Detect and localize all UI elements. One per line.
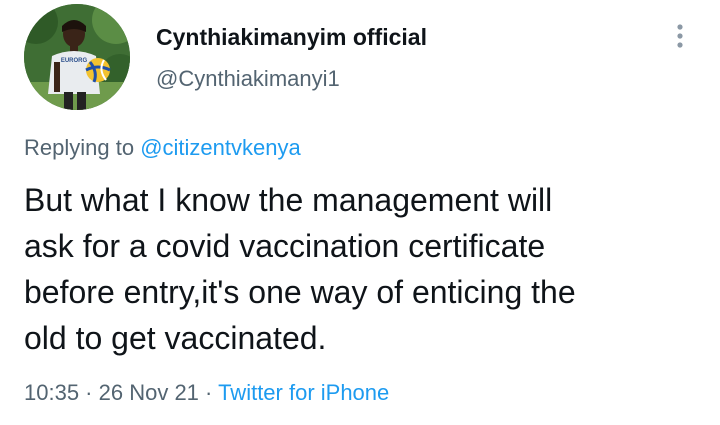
more-options-button[interactable] [664,18,696,58]
tweet-text: But what I know the management will ask … [24,182,576,356]
meta-separator: · [198,380,219,405]
reply-mention-link[interactable]: @citizentvkenya [140,135,301,160]
tweet-card: EURORG Cynthiakimanyim official @Cynthia… [0,0,720,425]
display-name[interactable]: Cynthiakimanyim official [156,24,427,51]
more-vertical-icon [677,24,683,48]
avatar[interactable]: EURORG [24,4,130,110]
reply-prefix: Replying to [24,135,141,160]
avatar-shirt-text: EURORG [61,58,88,64]
tweet-date[interactable]: 26 Nov 21 [99,380,199,405]
tweet-source-link[interactable]: Twitter for iPhone [218,380,389,405]
user-handle[interactable]: @Cynthiakimanyi1 [156,66,340,92]
meta-separator: · [79,380,99,405]
tweet-metadata: 10:35 · 26 Nov 21 · Twitter for iPhone [24,380,389,406]
reply-context: Replying to @citizentvkenya [24,135,301,161]
tweet-time[interactable]: 10:35 [24,380,79,405]
